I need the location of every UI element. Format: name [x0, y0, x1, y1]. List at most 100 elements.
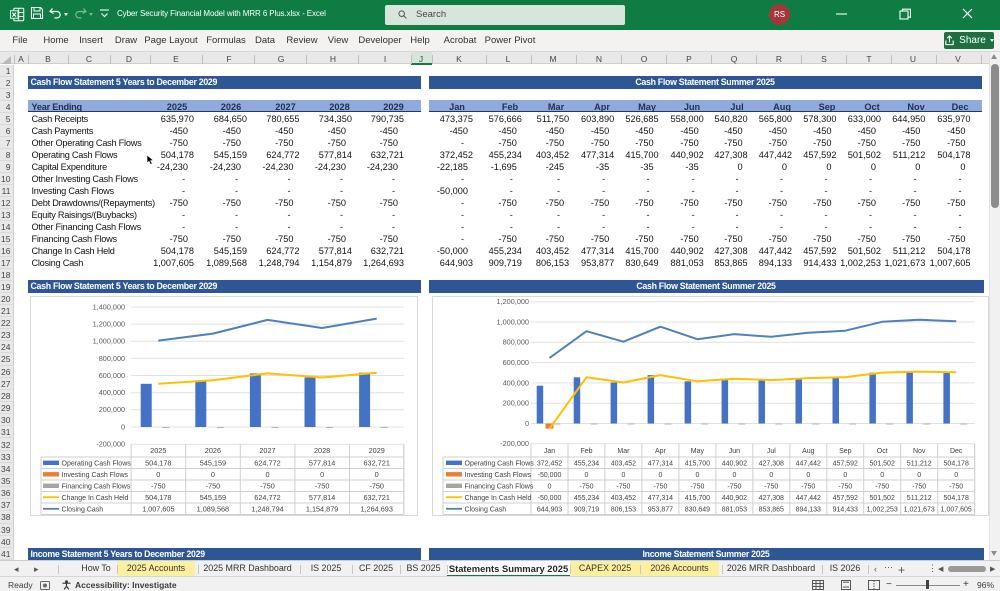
svg-text:-750: -750: [653, 483, 667, 490]
svg-text:894,133: 894,133: [796, 506, 821, 513]
svg-text:830,649: 830,649: [685, 506, 710, 513]
svg-text:800,000: 800,000: [503, 338, 529, 347]
svg-text:1,400,000: 1,400,000: [92, 302, 124, 311]
svg-text:0: 0: [806, 472, 810, 479]
svg-text:400,000: 400,000: [503, 378, 529, 387]
svg-text:577,814: 577,814: [308, 493, 334, 502]
svg-text:0: 0: [769, 472, 773, 479]
svg-text:1,021,673: 1,021,673: [904, 506, 935, 513]
svg-text:-750: -750: [690, 483, 704, 490]
svg-text:0: 0: [658, 472, 662, 479]
svg-text:909,719: 909,719: [574, 506, 599, 513]
svg-text:-50,000: -50,000: [538, 472, 562, 479]
svg-text:545,159: 545,159: [199, 493, 225, 502]
svg-text:-750: -750: [205, 481, 220, 490]
svg-text:-750: -750: [369, 481, 384, 490]
svg-text:881,053: 881,053: [722, 506, 747, 513]
svg-text:501,502: 501,502: [870, 460, 895, 467]
svg-text:1,089,568: 1,089,568: [196, 504, 228, 513]
svg-text:-200,000: -200,000: [500, 439, 529, 448]
svg-text:457,592: 457,592: [833, 460, 858, 467]
svg-text:2029: 2029: [368, 446, 384, 455]
svg-text:511,212: 511,212: [907, 495, 932, 502]
svg-text:Sep: Sep: [839, 448, 852, 455]
svg-text:Change In Cash Held: Change In Cash Held: [465, 495, 532, 502]
svg-text:1,200,000: 1,200,000: [92, 320, 124, 329]
svg-text:403,452: 403,452: [611, 460, 636, 467]
svg-text:200,000: 200,000: [98, 405, 124, 414]
svg-text:457,592: 457,592: [833, 495, 858, 502]
svg-text:-750: -750: [314, 481, 329, 490]
svg-text:-750: -750: [949, 483, 963, 490]
svg-text:511,212: 511,212: [907, 460, 932, 467]
svg-text:440,902: 440,902: [722, 495, 747, 502]
svg-text:1,000,000: 1,000,000: [92, 337, 124, 346]
svg-text:Jul: Jul: [767, 448, 776, 455]
svg-text:0: 0: [210, 470, 214, 479]
svg-text:806,153: 806,153: [611, 506, 636, 513]
svg-text:577,814: 577,814: [308, 458, 334, 467]
svg-text:0: 0: [320, 470, 324, 479]
svg-text:447,442: 447,442: [796, 495, 821, 502]
svg-text:Oct: Oct: [877, 448, 888, 455]
svg-text:Change In Cash Held: Change In Cash Held: [61, 495, 128, 502]
svg-text:-750: -750: [727, 483, 741, 490]
svg-text:1,264,693: 1,264,693: [360, 504, 392, 513]
svg-text:0: 0: [525, 419, 529, 428]
svg-text:415,700: 415,700: [685, 460, 710, 467]
svg-text:0: 0: [954, 472, 958, 479]
svg-text:0: 0: [548, 483, 552, 490]
svg-text:-750: -750: [260, 481, 275, 490]
svg-text:427,308: 427,308: [759, 495, 784, 502]
svg-text:372,452: 372,452: [537, 460, 562, 467]
svg-text:427,308: 427,308: [759, 460, 784, 467]
svg-text:0: 0: [156, 470, 160, 479]
svg-text:Mar: Mar: [617, 448, 630, 455]
svg-text:0: 0: [621, 472, 625, 479]
svg-text:800,000: 800,000: [98, 354, 124, 363]
svg-text:0: 0: [917, 472, 921, 479]
svg-text:504,178: 504,178: [944, 495, 969, 502]
svg-text:Financing Cash Flows: Financing Cash Flows: [465, 483, 534, 490]
svg-text:Investing Cash Flows: Investing Cash Flows: [465, 472, 532, 479]
svg-text:415,700: 415,700: [685, 495, 710, 502]
svg-text:455,234: 455,234: [574, 495, 599, 502]
svg-text:1,000,000: 1,000,000: [497, 317, 529, 326]
svg-text:-200,000: -200,000: [96, 440, 125, 449]
svg-text:2025: 2025: [150, 446, 166, 455]
svg-text:Operating Cash Flows: Operating Cash Flows: [465, 460, 535, 467]
svg-text:1,007,605: 1,007,605: [142, 504, 174, 513]
svg-text:0: 0: [265, 470, 269, 479]
svg-text:Investing Cash Flows: Investing Cash Flows: [61, 472, 128, 479]
svg-text:545,159: 545,159: [199, 458, 225, 467]
svg-text:2028: 2028: [313, 446, 329, 455]
svg-text:1,200,000: 1,200,000: [497, 297, 529, 306]
svg-text:624,772: 624,772: [254, 493, 280, 502]
svg-text:Financing Cash Flows: Financing Cash Flows: [61, 483, 130, 490]
svg-text:403,452: 403,452: [611, 495, 636, 502]
svg-text:504,178: 504,178: [944, 460, 969, 467]
svg-text:0: 0: [121, 422, 125, 431]
svg-text:1,154,879: 1,154,879: [305, 504, 337, 513]
svg-text:501,502: 501,502: [870, 495, 895, 502]
svg-text:853,865: 853,865: [759, 506, 784, 513]
svg-text:-750: -750: [875, 483, 889, 490]
svg-text:0: 0: [880, 472, 884, 479]
svg-text:447,442: 447,442: [796, 460, 821, 467]
svg-text:-750: -750: [801, 483, 815, 490]
svg-text:455,234: 455,234: [574, 460, 599, 467]
svg-text:Jan: Jan: [544, 448, 555, 455]
svg-text:1,007,605: 1,007,605: [941, 506, 972, 513]
svg-text:-750: -750: [912, 483, 926, 490]
svg-text:953,877: 953,877: [648, 506, 673, 513]
svg-text:200,000: 200,000: [503, 399, 529, 408]
svg-text:632,721: 632,721: [363, 493, 389, 502]
svg-text:2027: 2027: [259, 446, 275, 455]
svg-text:914,433: 914,433: [833, 506, 858, 513]
svg-text:Aug: Aug: [802, 448, 815, 455]
svg-text:Dec: Dec: [950, 448, 963, 455]
svg-text:0: 0: [695, 472, 699, 479]
svg-text:600,000: 600,000: [98, 371, 124, 380]
svg-text:-750: -750: [150, 481, 165, 490]
svg-text:477,314: 477,314: [648, 495, 673, 502]
